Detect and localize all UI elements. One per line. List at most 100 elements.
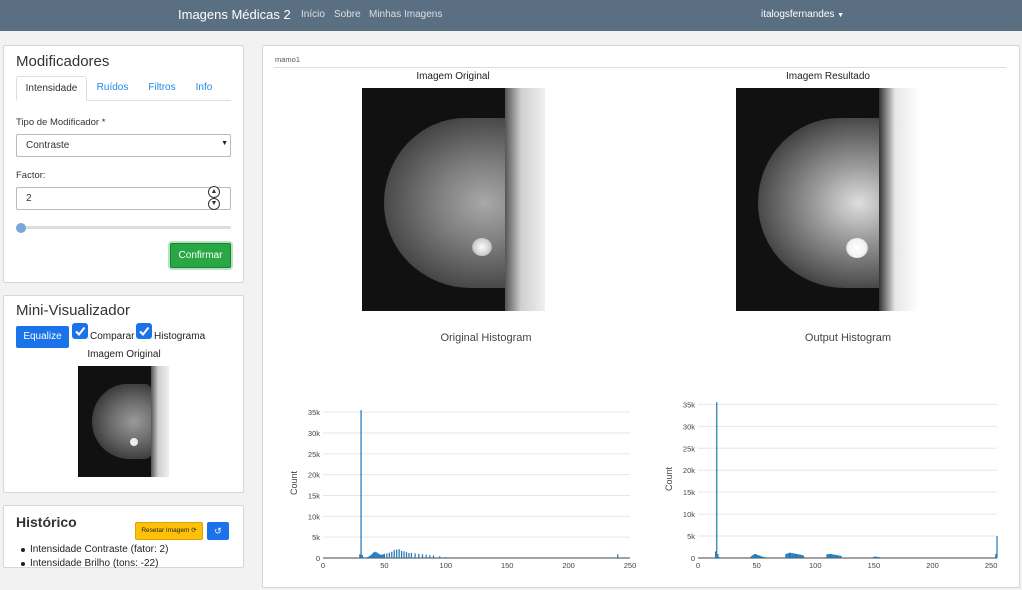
histogram-bar (405, 552, 408, 558)
histogram-bar (429, 555, 431, 558)
histogram-bar (785, 554, 787, 558)
histogram-bar (834, 554, 836, 558)
histogram-bar (826, 554, 828, 558)
decrement-icon[interactable]: ▼ (208, 198, 220, 210)
histogram-bar (393, 550, 395, 558)
histogram-checkbox[interactable] (136, 323, 152, 339)
histogram-bar (381, 554, 383, 558)
histogram-bar (360, 410, 362, 558)
x-tick-label: 200 (562, 561, 575, 570)
undo-button[interactable]: ↺ (207, 522, 229, 540)
tab-intensidade[interactable]: Intensidade (16, 76, 87, 101)
histogram-bar (797, 554, 799, 558)
x-tick-label: 0 (696, 561, 700, 570)
factor-slider[interactable] (18, 226, 231, 229)
tab-ruidos[interactable]: Ruídos (87, 76, 138, 101)
confirm-button[interactable]: Confirmar (170, 243, 231, 268)
histogram-bar (717, 554, 719, 558)
histogram-bar (370, 555, 372, 558)
histogram-bar (879, 557, 881, 558)
histogram-bar (875, 556, 877, 558)
modifier-type-value: Contraste (26, 140, 70, 151)
y-axis-label: Count (289, 471, 299, 496)
original-image (362, 88, 545, 311)
histogram-bar (718, 557, 720, 558)
histogram-bar (831, 554, 833, 558)
histogram-bar (716, 402, 718, 558)
tab-info[interactable]: Info (188, 76, 220, 101)
histogram-bar (753, 554, 755, 558)
mini-viewer-panel: Mini-Visualizador Equalize Comparar Hist… (3, 295, 244, 493)
equalize-button[interactable]: Equalize (16, 326, 69, 348)
histogram-bar (828, 554, 830, 558)
x-tick-label: 150 (501, 561, 514, 570)
y-tick-label: 15k (308, 492, 320, 501)
histogram-bar (794, 553, 796, 558)
histogram-bar (408, 553, 410, 558)
histogram-bar (361, 555, 363, 558)
histogram-bar (752, 554, 754, 558)
increment-icon[interactable]: ▲ (208, 186, 220, 198)
nav-link-inicio[interactable]: Início (301, 9, 325, 20)
histogram-bar (764, 557, 766, 558)
mini-image-caption: Imagem Original (87, 349, 161, 360)
y-tick-label: 0 (691, 554, 695, 563)
user-menu[interactable]: italogsfernandes ▼ (761, 9, 844, 20)
histogram-bar (829, 554, 832, 558)
histogram-bar (376, 552, 378, 558)
histogram-bar (425, 554, 427, 558)
x-tick-label: 250 (985, 561, 998, 570)
check-icon (75, 326, 86, 337)
output-histogram-chart: 05k10k15k20k25k30k35k050100150200250Valu… (664, 400, 998, 570)
histogram-bar (759, 555, 761, 558)
histogram-bar (362, 557, 365, 558)
app-brand[interactable]: Imagens Médicas 2 (178, 7, 291, 22)
modifier-type-select[interactable]: Contraste ▼ (16, 134, 231, 157)
compare-label[interactable]: Comparar (90, 331, 134, 342)
histogram-bar (760, 556, 762, 558)
y-axis-label: Count (664, 467, 674, 492)
nav-link-minhas-imagens[interactable]: Minhas Imagens (369, 9, 442, 20)
modifier-tabs: Intensidade Ruídos Filtros Info (16, 76, 231, 101)
histogram-bar (801, 554, 803, 558)
histogram-bar (369, 555, 371, 558)
y-tick-label: 30k (683, 422, 695, 431)
histogram-bar (756, 554, 758, 558)
factor-input[interactable]: 2 (16, 187, 231, 210)
histogram-bar (874, 556, 876, 558)
histogram-bar (877, 557, 880, 558)
histogram-bar (439, 556, 441, 558)
check-icon (139, 326, 150, 337)
histogram-bar (790, 552, 792, 558)
histogram-bar (445, 557, 447, 558)
histogram-bar (792, 553, 794, 558)
y-tick-label: 5k (312, 533, 320, 542)
histogram-bar (795, 554, 798, 558)
modifiers-title: Modificadores (16, 53, 110, 70)
nav-link-sobre[interactable]: Sobre (334, 9, 361, 20)
x-tick-label: 150 (868, 561, 881, 570)
histogram-bar (876, 556, 878, 558)
original-image-title: Imagem Original (416, 71, 490, 82)
histogram-bar (386, 553, 388, 558)
histogram-bar (798, 554, 800, 558)
y-tick-label: 15k (683, 488, 695, 497)
histogram-bar (873, 556, 875, 558)
histogram-bar (400, 550, 403, 558)
histogram-label[interactable]: Histograma (154, 331, 205, 342)
histogram-bar (378, 554, 381, 558)
factor-slider-handle[interactable] (16, 223, 26, 233)
compare-checkbox[interactable] (72, 323, 88, 339)
result-image (736, 88, 919, 311)
original-histogram-title: Original Histogram (440, 332, 532, 344)
histogram-bar (827, 554, 829, 558)
histogram-bar (373, 552, 376, 558)
x-tick-label: 200 (926, 561, 939, 570)
y-tick-label: 10k (683, 510, 695, 519)
histogram-bar (371, 553, 373, 558)
histogram-bar (377, 553, 379, 558)
x-tick-label: 250 (624, 561, 637, 570)
reset-image-button[interactable]: Resetar Imagem ⟳ (135, 522, 203, 540)
history-item: Intensidade Contraste (fator: 2) (20, 544, 168, 558)
tab-filtros[interactable]: Filtros (140, 76, 184, 101)
